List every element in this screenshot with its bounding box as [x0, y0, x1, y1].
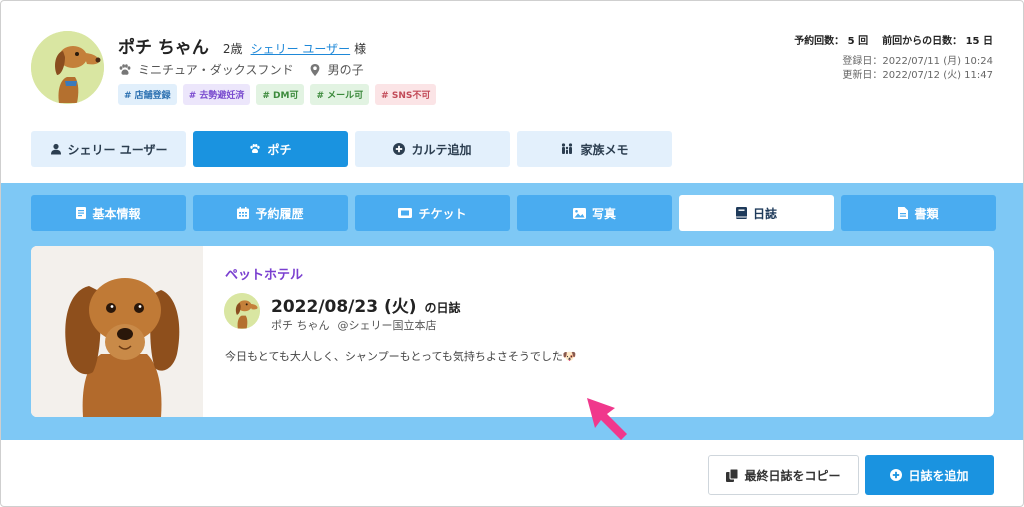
pet-gender: 男の子: [327, 63, 364, 77]
image-icon: [572, 207, 586, 219]
plus-circle-icon: [890, 469, 903, 481]
tab-documents[interactable]: 書類: [841, 195, 996, 231]
updated-date: 更新日：2022/07/12 (火) 11:47: [842, 70, 993, 81]
user-icon: [50, 143, 62, 155]
tag-dm-ok: # DM可: [256, 84, 305, 105]
tab-documents-label: 書類: [914, 206, 939, 221]
owner-link[interactable]: シェリー ユーザー: [251, 40, 351, 57]
days-since-last: 前回からの日数： 15 日: [882, 36, 993, 47]
tag-neutered: # 去勢避妊済: [182, 84, 251, 105]
registered-date: 登録日：2022/07/11 (月) 10:24: [842, 56, 993, 67]
tab-add-chart-label: カルテ追加: [411, 142, 472, 157]
pet-breed: ミニチュア・ダックスフンド: [138, 63, 294, 77]
tab-family-memo-label: 家族メモ: [580, 142, 629, 157]
pet-meta-row: ミニチュア・ダックスフンド 男の子: [118, 61, 364, 78]
copy-icon: [726, 468, 739, 482]
file-icon: [898, 207, 909, 219]
diary-title-suffix: の日誌: [424, 301, 461, 315]
diary-pet-avatar: [224, 293, 260, 329]
copy-last-diary-button[interactable]: 最終日誌をコピー: [708, 455, 859, 495]
tab-basic-info-label: 基本情報: [92, 206, 141, 221]
tab-booking-history[interactable]: 予約履歴: [193, 195, 348, 231]
plus-circle-icon: [393, 143, 406, 155]
tag-list: # 店舗登録 # 去勢避妊済 # DM可 # メール可 # SNS不可: [118, 84, 437, 105]
pet-name: ポチ ちゃん: [118, 38, 209, 58]
owner-honorific: 様: [354, 42, 367, 56]
tag-store-registered: # 店舗登録: [118, 84, 177, 105]
add-diary-label: 日誌を追加: [908, 468, 969, 483]
tab-owner[interactable]: シェリー ユーザー: [31, 131, 186, 167]
pet-age: 2歳: [222, 42, 243, 56]
add-diary-button[interactable]: 日誌を追加: [865, 455, 994, 495]
tab-booking-history-label: 予約履歴: [255, 206, 304, 221]
tab-photos[interactable]: 写真: [517, 195, 672, 231]
detail-panel: 基本情報 予約履歴 チケット 写真 日誌 書類 ペットホテル 2022/08/2…: [1, 183, 1023, 440]
family-icon: [560, 143, 574, 155]
tab-basic-info[interactable]: 基本情報: [31, 195, 186, 231]
tab-diary[interactable]: 日誌: [679, 195, 834, 231]
pet-name-row: ポチ ちゃん 2歳 シェリー ユーザー 様: [118, 33, 366, 58]
diary-pet-name: ポチ ちゃん: [271, 319, 330, 332]
tag-mail-ok: # メール可: [310, 84, 370, 105]
paw-icon: [118, 63, 132, 77]
arrow-cursor-icon: [583, 394, 633, 446]
sub-tabs: 基本情報 予約履歴 チケット 写真 日誌 書類: [31, 195, 996, 231]
stats-panel: 予約回数： 5 回 前回からの日数： 15 日 登録日：2022/07/11 (月…: [794, 32, 993, 83]
top-tabs: シェリー ユーザー ポチ カルテ追加 家族メモ: [31, 131, 672, 167]
diary-category: ペットホテル: [225, 268, 304, 283]
calendar-icon: [237, 207, 250, 219]
diary-subtitle: ポチ ちゃん @シェリー国立本店: [271, 317, 437, 333]
tab-photos-label: 写真: [591, 206, 616, 221]
copy-last-diary-label: 最終日誌をコピー: [744, 468, 841, 483]
tab-family-memo[interactable]: 家族メモ: [517, 131, 672, 167]
tab-owner-label: シェリー ユーザー: [67, 142, 168, 157]
app-frame: ポチ ちゃん 2歳 シェリー ユーザー 様 ミニチュア・ダックスフンド 男の子 …: [0, 0, 1024, 507]
ticket-icon: [398, 208, 413, 218]
paw-icon: [249, 143, 261, 155]
stats-counts: 予約回数： 5 回 前回からの日数： 15 日: [794, 32, 993, 47]
diary-title-row: 2022/08/23 (火) の日誌: [271, 292, 461, 317]
book-icon: [735, 207, 747, 219]
tab-diary-label: 日誌: [752, 206, 777, 221]
diary-store: @シェリー国立本店: [337, 319, 437, 332]
pet-avatar: [31, 31, 104, 104]
tab-pet-label: ポチ: [267, 142, 292, 157]
diary-body: 今日もとても大人しく、シャンプーもとっても気持ちよさそうでした🐶: [225, 350, 577, 363]
document-icon: [76, 207, 87, 219]
tag-sns-ng: # SNS不可: [375, 84, 437, 105]
diary-card[interactable]: ペットホテル 2022/08/23 (火) の日誌 ポチ ちゃん @シェリー国立本…: [31, 246, 994, 417]
tab-add-chart[interactable]: カルテ追加: [355, 131, 510, 167]
tab-pet[interactable]: ポチ: [193, 131, 348, 167]
tab-ticket[interactable]: チケット: [355, 195, 510, 231]
tab-ticket-label: チケット: [418, 206, 467, 221]
location-pin-icon: [308, 63, 322, 77]
diary-photo: [31, 246, 203, 417]
booking-count: 予約回数： 5 回: [794, 36, 869, 47]
diary-date: 2022/08/23 (火): [271, 297, 417, 317]
